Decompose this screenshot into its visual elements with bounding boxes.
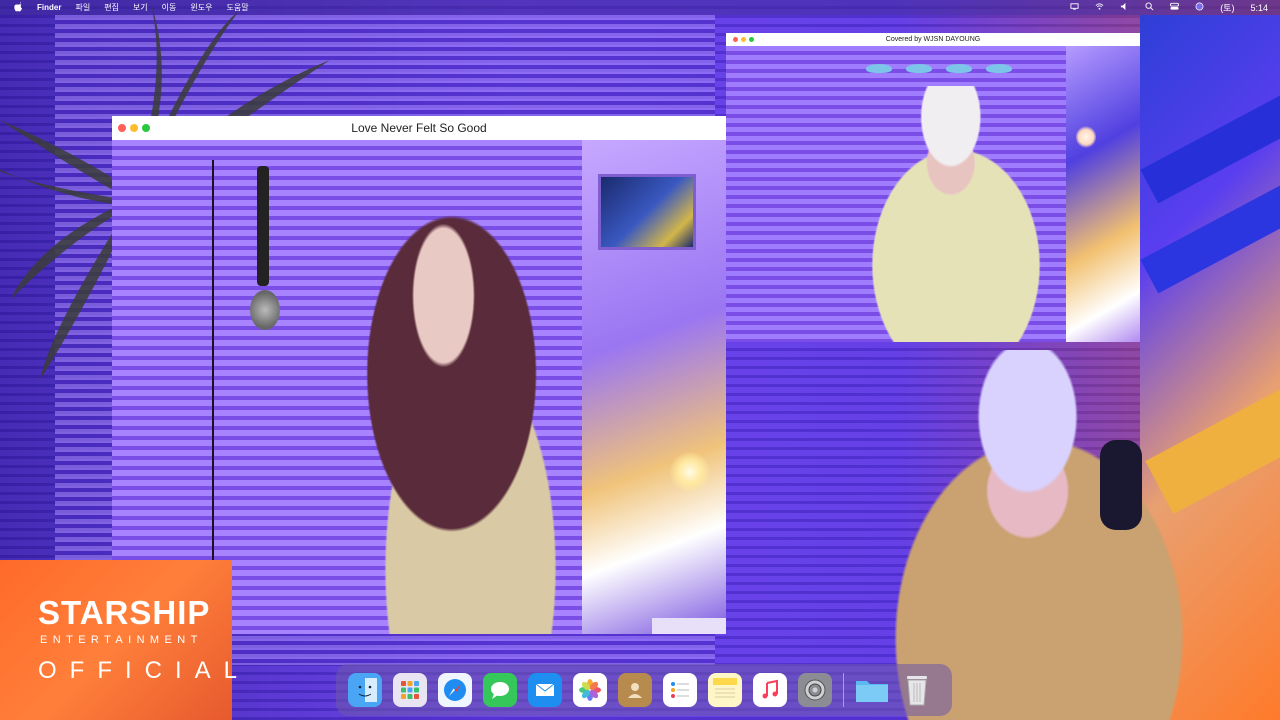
bird xyxy=(986,64,1012,73)
photos-icon[interactable] xyxy=(573,673,607,707)
menu-help[interactable]: 도움말 xyxy=(226,2,248,13)
music-icon[interactable] xyxy=(753,673,787,707)
menu-window[interactable]: 윈도우 xyxy=(190,2,212,13)
contacts-icon[interactable] xyxy=(618,673,652,707)
dock xyxy=(336,664,952,716)
window-titlebar[interactable]: Love Never Felt So Good xyxy=(112,116,726,140)
video-window-secondary: Covered by WJSN DAYOUNG xyxy=(726,33,1140,342)
logo-sub: ENTERTAINMENT xyxy=(40,634,203,646)
logo-official: OFFICIAL xyxy=(38,657,251,684)
clock-time[interactable]: 5:14 xyxy=(1250,3,1268,13)
starry-night-painting xyxy=(598,174,696,250)
window-titlebar[interactable]: Covered by WJSN DAYOUNG xyxy=(726,33,1140,46)
desk-lamp xyxy=(670,452,710,492)
control-center-icon[interactable] xyxy=(1170,2,1180,13)
logo-brand: STARSHIP xyxy=(38,594,211,631)
minimize-button[interactable] xyxy=(741,37,746,42)
safari-icon[interactable] xyxy=(438,673,472,707)
mail-icon[interactable] xyxy=(528,673,562,707)
menu-edit[interactable]: 편집 xyxy=(104,2,119,13)
siri-icon[interactable] xyxy=(1195,2,1204,13)
bird xyxy=(906,64,932,73)
microphone xyxy=(257,166,269,286)
bird xyxy=(946,64,972,73)
clock-day[interactable]: (토) xyxy=(1220,1,1234,14)
microphone-head xyxy=(250,290,280,330)
headphones xyxy=(1100,440,1142,530)
folder-icon[interactable] xyxy=(855,673,889,707)
video-frame xyxy=(726,46,1140,342)
close-button[interactable] xyxy=(118,124,126,132)
messages-icon[interactable] xyxy=(483,673,517,707)
finder-icon[interactable] xyxy=(348,673,382,707)
side-table xyxy=(652,618,726,634)
display-icon[interactable] xyxy=(1070,2,1079,13)
trash-icon[interactable] xyxy=(900,673,934,707)
bird-decorations xyxy=(866,64,1026,82)
zoom-button[interactable] xyxy=(142,124,150,132)
menu-app-name[interactable]: Finder xyxy=(37,3,61,12)
singer-with-headphones xyxy=(826,86,1086,342)
volume-icon[interactable] xyxy=(1120,2,1129,13)
menu-go[interactable]: 이동 xyxy=(162,2,177,13)
reminders-icon[interactable] xyxy=(663,673,697,707)
apple-icon[interactable] xyxy=(14,1,23,14)
menu-bar: Finder 파일 편집 보기 이동 윈도우 도움말 (토) 5:14 xyxy=(0,0,1280,15)
starship-logo: STARSHIP ENTERTAINMENT OFFICIAL xyxy=(0,560,237,720)
window-title: Love Never Felt So Good xyxy=(351,121,487,135)
notes-icon[interactable] xyxy=(708,673,742,707)
minimize-button[interactable] xyxy=(130,124,138,132)
gear-icon[interactable] xyxy=(798,673,832,707)
close-button[interactable] xyxy=(733,37,738,42)
wifi-icon[interactable] xyxy=(1095,2,1104,13)
search-icon[interactable] xyxy=(1145,2,1154,13)
window-title: Covered by WJSN DAYOUNG xyxy=(885,36,981,43)
singer xyxy=(322,200,592,634)
launchpad-icon[interactable] xyxy=(393,673,427,707)
menu-view[interactable]: 보기 xyxy=(133,2,148,13)
bird xyxy=(866,64,892,73)
menu-file[interactable]: 파일 xyxy=(75,2,90,13)
zoom-button[interactable] xyxy=(749,37,754,42)
dock-separator xyxy=(843,673,844,707)
video-window-main: Love Never Felt So Good xyxy=(112,116,726,634)
